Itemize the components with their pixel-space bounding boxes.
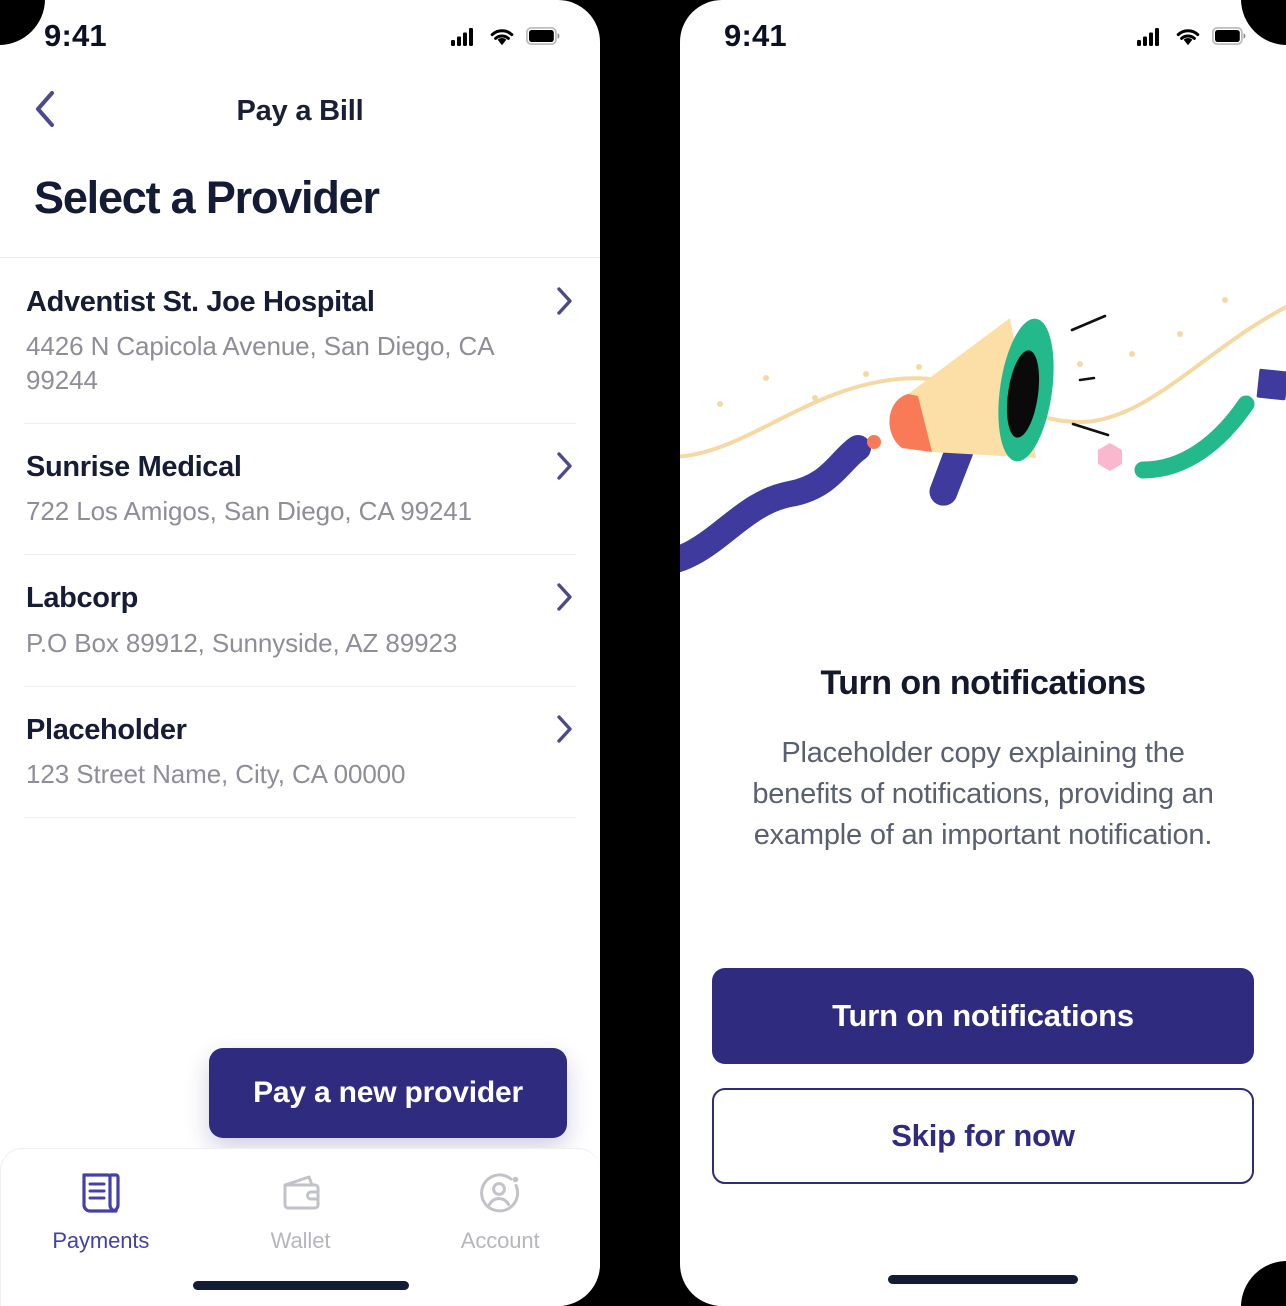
- tab-label-payments: Payments: [52, 1228, 150, 1253]
- chevron-right-icon[interactable]: [552, 451, 578, 481]
- back-button[interactable]: [22, 88, 68, 134]
- pay-new-provider-button[interactable]: Pay a new provider: [209, 1048, 567, 1138]
- nav-bar: Pay a Bill: [0, 72, 600, 150]
- home-indicator: [192, 1281, 409, 1290]
- home-indicator: [888, 1275, 1078, 1284]
- status-bar-left: 9:41: [0, 0, 600, 72]
- user-circle-icon: [478, 1171, 522, 1220]
- cta-container: Pay a new provider: [0, 1048, 600, 1138]
- tab-account[interactable]: Account: [400, 1165, 600, 1306]
- skip-for-now-button[interactable]: Skip for now: [712, 1088, 1254, 1184]
- status-time: 9:41: [44, 18, 107, 53]
- phone-screen-notifications: 9:41 Turn on notifications Placeholder c…: [680, 0, 1286, 1306]
- turn-on-notifications-button[interactable]: Turn on notifications: [712, 968, 1254, 1064]
- tab-label-wallet: Wallet: [270, 1228, 331, 1253]
- megaphone-announcement-illustration: [680, 282, 1286, 612]
- provider-address: 4426 N Capicola Avenue, San Diego, CA 99…: [26, 331, 494, 395]
- status-time: 9:41: [724, 18, 787, 53]
- tab-payments[interactable]: Payments: [1, 1165, 201, 1306]
- notification-description: Placeholder copy explaining the benefits…: [752, 737, 1214, 852]
- provider-address: 123 Street Name, City, CA 00000: [26, 759, 406, 790]
- provider-name: Adventist St. Joe Hospital: [26, 286, 375, 318]
- chevron-right-icon[interactable]: [552, 714, 578, 744]
- provider-name: Sunrise Medical: [26, 450, 242, 483]
- screenshot-stage: 9:41 Pay a Bill Select a Provider Advent…: [0, 0, 1286, 1306]
- tab-label-account: Account: [460, 1228, 540, 1253]
- bottom-tab-bar: Payments Wallet Account: [0, 1148, 600, 1306]
- provider-list-item[interactable]: Placeholder 123 Street Name, City, CA 00…: [0, 686, 600, 818]
- chevron-right-icon[interactable]: [552, 286, 578, 316]
- chevron-left-icon: [34, 90, 56, 133]
- battery-icon: [526, 27, 560, 45]
- provider-address: 722 Los Amigos, San Diego, CA 99241: [26, 496, 473, 527]
- provider-address: P.O Box 89912, Sunnyside, AZ 89923: [26, 627, 458, 658]
- notifications-body: Turn on notifications Placeholder copy e…: [680, 72, 1286, 1306]
- battery-icon: [1212, 27, 1246, 45]
- notification-title: Turn on notifications: [820, 664, 1146, 702]
- cellular-signal-icon: [451, 27, 478, 46]
- provider-list: Adventist St. Joe Hospital 4426 N Capico…: [0, 258, 600, 818]
- provider-list-item[interactable]: Labcorp P.O Box 89912, Sunnyside, AZ 899…: [0, 554, 600, 686]
- wifi-icon: [1175, 27, 1201, 46]
- wallet-icon: [279, 1171, 323, 1220]
- page-title: Select a Provider: [34, 172, 380, 223]
- provider-list-item[interactable]: Adventist St. Joe Hospital 4426 N Capico…: [0, 258, 600, 423]
- wifi-icon: [489, 27, 515, 46]
- chevron-right-icon[interactable]: [552, 582, 578, 612]
- notification-copy: Turn on notifications Placeholder copy e…: [680, 612, 1286, 857]
- provider-list-item[interactable]: Sunrise Medical 722 Los Amigos, San Dieg…: [0, 422, 600, 555]
- status-icons: [1137, 27, 1246, 46]
- cellular-signal-icon: [1137, 27, 1164, 46]
- bill-document-icon: [80, 1171, 122, 1220]
- notification-actions: Turn on notifications Skip for now: [712, 968, 1254, 1184]
- status-icons: [451, 27, 560, 46]
- status-bar-right: 9:41: [680, 0, 1286, 72]
- nav-title: Pay a Bill: [236, 94, 364, 127]
- phone-screen-select-provider: 9:41 Pay a Bill Select a Provider Advent…: [0, 0, 600, 1306]
- provider-name: Labcorp: [26, 582, 138, 615]
- provider-name: Placeholder: [26, 714, 187, 747]
